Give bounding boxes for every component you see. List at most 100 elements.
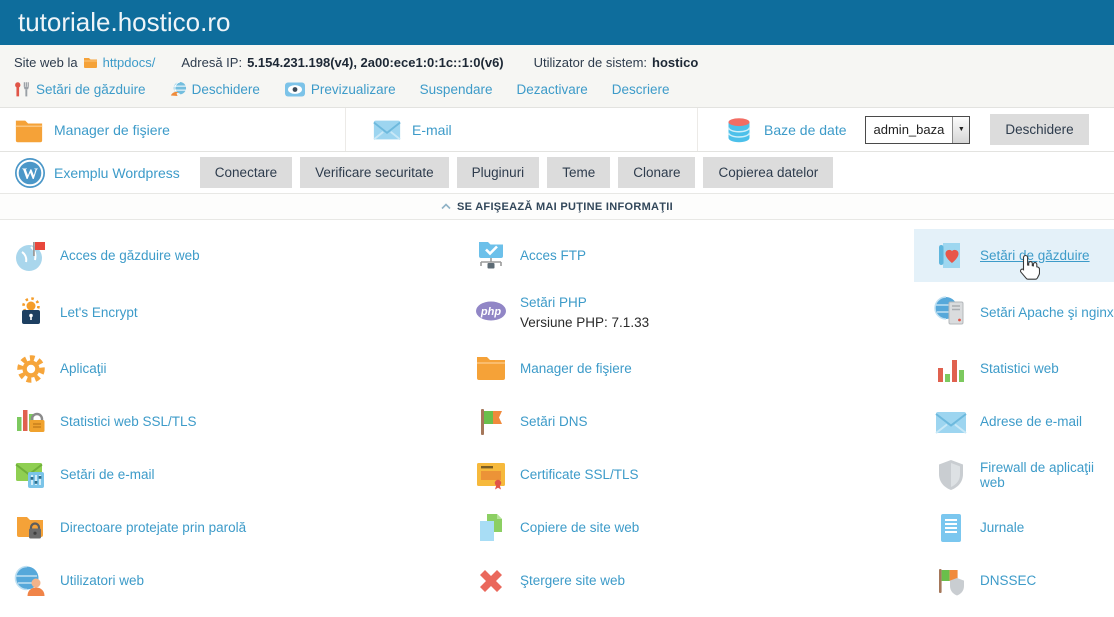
grid-item-copiere-site[interactable]: Copiere de site web (460, 501, 914, 554)
file-manager-feature[interactable]: Manager de fişiere (0, 108, 345, 151)
wp-connect-button[interactable]: Conectare (200, 157, 292, 188)
grid-item-setari-email[interactable]: Setări de e-mail (0, 448, 460, 501)
grid-item-label[interactable]: Utilizatori web (60, 573, 144, 588)
databases-link[interactable]: Baze de date (764, 122, 847, 138)
grid-item-setari-dns[interactable]: Setări DNS (460, 395, 914, 448)
grid-item-statistici-web[interactable]: Statistici web (914, 342, 1114, 395)
grid-item-label[interactable]: Acces de găzduire web (60, 248, 200, 263)
site-root-label: Site web la (14, 55, 78, 70)
envelope-sliders-icon (14, 458, 48, 492)
suspend-link[interactable]: Suspendare (420, 82, 493, 97)
globe-server-icon (934, 295, 968, 329)
php-text-stack: Setări PHP Versiune PHP: 7.1.33 (520, 295, 649, 330)
page: tutoriale.hostico.ro Site web la httpdoc… (0, 0, 1114, 617)
preview-link[interactable]: Previzualizare (311, 82, 396, 97)
tools-grid: Acces de găzduire web Acces FTP Setări d… (0, 220, 1114, 607)
grid-item-firewall[interactable]: Firewall de aplicaţii web (914, 448, 1114, 501)
grid-item-setari-apache-nginx[interactable]: Setări Apache şi nginx (914, 282, 1114, 342)
folder-network-icon (474, 239, 508, 273)
wp-clone-button[interactable]: Clonare (618, 157, 695, 188)
grid-item-label[interactable]: Jurnale (980, 520, 1024, 535)
describe-link[interactable]: Descriere (612, 82, 670, 97)
info-bar: Site web la httpdocs/ Adresă IP: 5.154.2… (0, 45, 1114, 107)
grid-item-setari-de-gazduire[interactable]: Setări de găzduire (914, 229, 1114, 282)
preview-action[interactable]: Previzualizare (284, 81, 396, 98)
grid-item-stergere-site[interactable]: Ştergere site web (460, 554, 914, 607)
flag-icon (474, 405, 508, 439)
eye-icon (284, 81, 306, 98)
file-manager-link[interactable]: Manager de fişiere (54, 122, 170, 138)
deactivate-link[interactable]: Dezactivare (516, 82, 587, 97)
red-x-icon (474, 564, 508, 598)
show-less-toggle[interactable]: SE AFIŞEAZĂ MAI PUŢINE INFORMAŢII (0, 193, 1114, 220)
flag-shield-icon (934, 564, 968, 598)
grid-item-label[interactable]: DNSSEC (980, 573, 1036, 588)
wp-plugins-button[interactable]: Pluginuri (457, 157, 540, 188)
grid-item-label[interactable]: Manager de fişiere (520, 361, 632, 376)
grid-item-label[interactable]: Ştergere site web (520, 573, 625, 588)
httpdocs-link[interactable]: httpdocs/ (103, 55, 156, 70)
php-icon: php (474, 295, 508, 329)
chevron-down-icon: ▼ (952, 117, 969, 143)
wp-themes-button[interactable]: Teme (547, 157, 610, 188)
db-select-value: admin_baza (866, 117, 953, 143)
folder-lock-icon (14, 511, 48, 545)
grid-item-label[interactable]: Aplicaţii (60, 361, 107, 376)
grid-item-label[interactable]: Setări de e-mail (60, 467, 155, 482)
envelope-icon (934, 405, 968, 439)
grid-item-label[interactable]: Statistici web (980, 361, 1059, 376)
copy-pages-icon (474, 511, 508, 545)
grid-item-certificate-ssl[interactable]: Certificate SSL/TLS (460, 448, 914, 501)
show-less-label: SE AFIŞEAZĂ MAI PUŢINE INFORMAŢII (457, 201, 673, 213)
grid-item-jurnale[interactable]: Jurnale (914, 501, 1114, 554)
grid-item-acces-ftp[interactable]: Acces FTP (460, 229, 914, 282)
grid-item-label[interactable]: Let's Encrypt (60, 305, 138, 320)
system-user-group: Utilizator de sistem: hostico (534, 55, 699, 70)
hosting-settings-action[interactable]: Setări de găzduire (14, 81, 146, 98)
grid-item-label[interactable]: Setări PHP (520, 295, 587, 310)
email-link[interactable]: E-mail (412, 122, 452, 138)
grid-item-label[interactable]: Copiere de site web (520, 520, 639, 535)
grid-item-utilizatori-web[interactable]: Utilizatori web (0, 554, 460, 607)
grid-item-setari-php[interactable]: php Setări PHP Versiune PHP: 7.1.33 (460, 282, 914, 342)
grid-item-label[interactable]: Directoare protejate prin parolă (60, 520, 246, 535)
hosting-settings-link[interactable]: Setări de găzduire (36, 82, 146, 97)
wp-security-check-button[interactable]: Verificare securitate (300, 157, 449, 188)
open-link[interactable]: Deschidere (192, 82, 260, 97)
grid-item-aplicatii[interactable]: Aplicaţii (0, 342, 460, 395)
grid-item-label[interactable]: Setări Apache şi nginx (980, 305, 1114, 320)
grid-item-lets-encrypt[interactable]: Let's Encrypt (0, 282, 460, 342)
grid-item-directoare-protejate[interactable]: Directoare protejate prin parolă (0, 501, 460, 554)
databases-feature: Baze de date admin_baza ▼ Deschidere (697, 108, 1114, 151)
database-icon (724, 116, 754, 144)
folder-icon (14, 116, 44, 144)
wordpress-site-link[interactable]: Exemplu Wordpress (54, 165, 180, 181)
tools-icon (14, 81, 31, 98)
top-bar: tutoriale.hostico.ro (0, 0, 1114, 45)
grid-item-manager-fisiere[interactable]: Manager de fişiere (460, 342, 914, 395)
grid-item-label[interactable]: Certificate SSL/TLS (520, 467, 639, 482)
db-open-button[interactable]: Deschidere (990, 114, 1088, 145)
grid-item-label[interactable]: Adrese de e-mail (980, 414, 1082, 429)
system-user-label: Utilizator de sistem: (534, 55, 647, 70)
open-action[interactable]: Deschidere (170, 81, 260, 98)
email-feature[interactable]: E-mail (345, 108, 697, 151)
svg-text:php: php (480, 306, 501, 318)
grid-item-label[interactable]: Setări DNS (520, 414, 588, 429)
wp-copy-data-button[interactable]: Copierea datelor (703, 157, 833, 188)
grid-item-dnssec[interactable]: DNSSEC (914, 554, 1114, 607)
grid-item-statistici-web-ssl[interactable]: Statistici web SSL/TLS (0, 395, 460, 448)
db-select[interactable]: admin_baza ▼ (865, 116, 971, 144)
certificate-icon (474, 458, 508, 492)
grid-item-label[interactable]: Acces FTP (520, 248, 586, 263)
grid-item-label[interactable]: Statistici web SSL/TLS (60, 414, 197, 429)
ip-group: Adresă IP: 5.154.231.198(v4), 2a00:ece1:… (181, 55, 503, 70)
hand-cursor-icon (1018, 254, 1040, 280)
globe-flag-icon (14, 239, 48, 273)
grid-item-label[interactable]: Firewall de aplicaţii web (980, 460, 1114, 490)
grid-item-acces-gazduire-web[interactable]: Acces de găzduire web (0, 229, 460, 282)
ip-label: Adresă IP: (181, 55, 242, 70)
scroll-heart-icon (934, 239, 968, 273)
folder-icon (474, 352, 508, 386)
grid-item-adrese-email[interactable]: Adrese de e-mail (914, 395, 1114, 448)
